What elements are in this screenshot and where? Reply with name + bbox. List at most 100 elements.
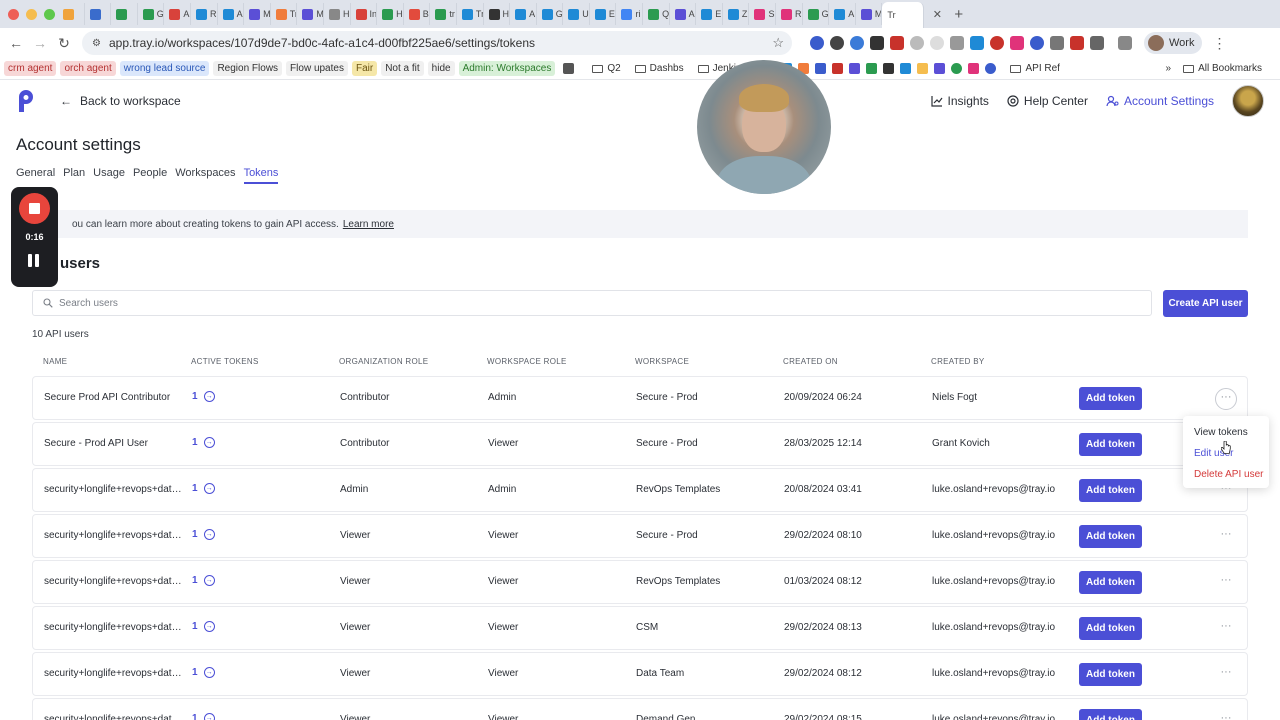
tab-plan[interactable]: Plan — [63, 167, 85, 184]
bookmark-icon[interactable] — [815, 63, 827, 74]
reload-icon[interactable]: ↻ — [52, 35, 76, 52]
bookmark-folder[interactable]: Q2 — [588, 63, 624, 74]
browser-tab[interactable]: A — [670, 3, 697, 25]
site-info-icon[interactable]: ⚙ — [92, 38, 101, 49]
browser-tab[interactable]: A — [218, 3, 245, 25]
browser-tab[interactable]: R — [191, 3, 218, 25]
pause-recording-button[interactable] — [28, 254, 40, 267]
add-token-button[interactable]: Add token — [1079, 387, 1142, 410]
browser-tab[interactable]: U — [563, 3, 590, 25]
add-token-button[interactable]: Add token — [1079, 709, 1142, 720]
browser-tab[interactable]: ri — [616, 3, 644, 25]
tab-general[interactable]: General — [16, 167, 55, 184]
add-token-button[interactable]: Add token — [1079, 617, 1142, 640]
browser-tab[interactable]: A — [510, 3, 537, 25]
extension-icon[interactable] — [910, 36, 924, 50]
browser-tab[interactable]: M — [856, 3, 883, 25]
extension-icon[interactable] — [990, 36, 1004, 50]
maximize-window-button[interactable] — [44, 8, 55, 20]
bookmark-icon[interactable] — [934, 63, 946, 74]
active-tokens-link[interactable]: 1 → — [192, 621, 215, 632]
browser-tab[interactable]: H — [484, 3, 511, 25]
back-to-workspace-link[interactable]: ← Back to workspace — [60, 94, 181, 108]
row-more-options-icon[interactable]: ··· — [1215, 573, 1237, 593]
active-tokens-link[interactable]: 1 → — [192, 575, 215, 586]
extension-icon[interactable] — [870, 36, 884, 50]
insights-link[interactable]: Insights — [930, 94, 989, 108]
bookmark-item[interactable]: Flow upates — [286, 61, 348, 76]
search-users-input[interactable] — [59, 297, 1059, 309]
all-bookmarks-button[interactable]: All Bookmarks — [1179, 63, 1266, 74]
row-more-options-icon[interactable]: ··· — [1215, 619, 1237, 639]
new-tab-icon[interactable]: + — [954, 6, 963, 23]
delete-api-user-menu-item[interactable]: Delete API user — [1183, 465, 1269, 486]
tray-logo-icon[interactable] — [16, 88, 40, 114]
stop-recording-button[interactable] — [19, 193, 50, 224]
browser-tab[interactable]: G — [537, 3, 564, 25]
extension-icon[interactable] — [810, 36, 824, 50]
browser-tab[interactable]: S — [749, 3, 777, 25]
row-more-options-icon[interactable]: ··· — [1215, 711, 1237, 720]
browser-tab[interactable]: H — [377, 3, 404, 25]
bookmark-item[interactable]: wrong lead source — [119, 61, 210, 76]
browser-tab[interactable]: H — [324, 3, 351, 25]
browser-tab[interactable] — [85, 3, 112, 25]
browser-tab[interactable] — [58, 3, 85, 25]
extension-icon[interactable] — [1070, 36, 1084, 50]
browser-tab[interactable]: A — [829, 3, 856, 25]
bookmark-item[interactable]: hide — [427, 61, 455, 76]
help-center-link[interactable]: Help Center — [1007, 94, 1088, 108]
browser-tab[interactable]: R — [776, 3, 803, 25]
bookmark-icon[interactable] — [917, 63, 929, 74]
bookmark-icon[interactable] — [985, 63, 997, 74]
bookmark-item[interactable]: orch agent — [60, 61, 116, 76]
bookmark-folder[interactable]: Dashbs — [631, 63, 688, 74]
extension-icon[interactable] — [1050, 36, 1064, 50]
browser-menu-icon[interactable]: ⋮ — [1212, 35, 1226, 52]
row-more-options-icon[interactable]: ··· — [1215, 665, 1237, 685]
back-arrow-icon[interactable]: ← — [4, 35, 28, 51]
bookmark-icon[interactable] — [968, 63, 980, 74]
tab-people[interactable]: People — [133, 167, 167, 184]
user-avatar[interactable] — [1232, 85, 1264, 117]
browser-tab[interactable]: M — [297, 3, 324, 25]
browser-tab[interactable]: A — [164, 3, 191, 25]
browser-tab[interactable]: tr — [430, 3, 457, 25]
bookmark-icon[interactable] — [900, 63, 912, 74]
browser-tab[interactable]: E — [696, 3, 723, 25]
browser-tab[interactable]: Z — [723, 3, 750, 25]
browser-tab[interactable]: M — [244, 3, 271, 25]
active-tokens-link[interactable]: 1 → — [192, 437, 215, 448]
bookmark-icon[interactable] — [883, 63, 895, 74]
browser-tab[interactable]: Tr — [271, 3, 298, 25]
bookmark-icon[interactable] — [951, 63, 963, 74]
create-api-user-button[interactable]: Create API user — [1163, 290, 1248, 317]
active-tokens-link[interactable]: 1 → — [192, 529, 215, 540]
add-token-button[interactable]: Add token — [1079, 571, 1142, 594]
bookmark-item[interactable]: Admin: Workspaces — [458, 61, 556, 76]
profile-chip[interactable]: Work — [1144, 32, 1203, 54]
extension-icon[interactable] — [890, 36, 904, 50]
active-tab[interactable]: Tr — [882, 2, 925, 28]
extension-icon[interactable] — [950, 36, 964, 50]
extension-icon[interactable] — [930, 36, 944, 50]
extension-icon[interactable] — [1030, 36, 1044, 50]
add-token-button[interactable]: Add token — [1079, 433, 1142, 456]
add-token-button[interactable]: Add token — [1079, 663, 1142, 686]
close-tab-icon[interactable]: ✕ — [930, 8, 944, 21]
extension-icon[interactable] — [830, 36, 844, 50]
extension-icon[interactable] — [970, 36, 984, 50]
add-token-button[interactable]: Add token — [1079, 479, 1142, 502]
add-token-button[interactable]: Add token — [1079, 525, 1142, 548]
tab-usage[interactable]: Usage — [93, 167, 125, 184]
search-field[interactable] — [32, 290, 1152, 316]
webcam-bubble[interactable] — [697, 60, 831, 194]
forward-arrow-icon[interactable]: → — [28, 35, 52, 51]
bookmark-item[interactable]: Not a fit — [381, 61, 424, 76]
more-bookmarks-icon[interactable]: » — [1166, 63, 1172, 74]
active-tokens-link[interactable]: 1 → — [192, 483, 215, 494]
tab-workspaces[interactable]: Workspaces — [175, 167, 235, 184]
close-window-button[interactable] — [8, 8, 19, 20]
bookmark-item[interactable]: Region Flows — [213, 61, 283, 76]
bookmark-item[interactable]: crm agent — [4, 61, 57, 76]
